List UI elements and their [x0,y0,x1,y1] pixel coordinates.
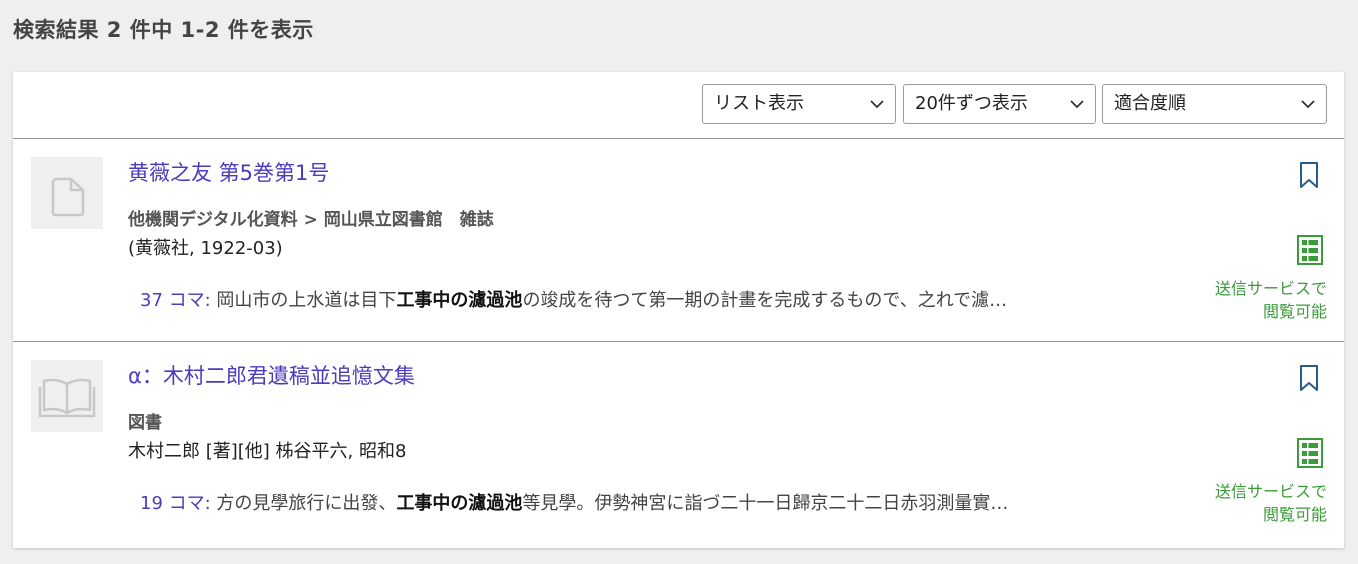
document-icon [51,177,85,217]
result-thumbnail[interactable] [31,360,103,432]
service-line-2: 閲覧可能 [1262,302,1327,321]
service-line-2: 閲覧可能 [1262,505,1327,524]
service-line-1: 送信サービスで [1214,482,1327,501]
bookmark-icon[interactable] [1298,364,1320,392]
snippet-text-pre: 方の見學旅行に出發、 [210,493,397,514]
result-snippet: 19 コマ: 方の見學旅行に出發、工事中の濾過池等見學。伊勢神宮に詣づ二十一日歸… [140,489,1008,515]
result-item: α：木村二郎君遺稿並追憶文集 図書 木村二郎 [著][他] 柹谷平六, 昭和8 … [13,342,1344,545]
snippet-text-post: 等見學。伊勢神宮に詣づ二十一日歸京二十二日赤羽測量實… [522,493,1009,514]
snippet-highlight: 工事中の濾過池 [396,290,523,311]
result-snippet: 37 コマ: 岡山市の上水道は目下工事中の濾過池の竣成を待つて第一期の計畫を完成… [140,286,1007,312]
snippet-frame-link[interactable]: 37 コマ: [140,290,211,311]
sort-order-select-value: 適合度順 [1114,93,1186,114]
snippet-frame-link[interactable]: 19 コマ: [140,493,211,514]
snippet-text-pre: 岡山市の上水道は目下 [210,290,397,311]
service-line-1: 送信サービスで [1214,279,1327,298]
online-service-icon [1297,235,1323,265]
online-service-status: 送信サービスで 閲覧可能 [1215,480,1327,526]
result-publication: 木村二郎 [著][他] 柹谷平六, 昭和8 [128,441,407,462]
results-toolbar: リスト表示 20件ずつ表示 適合度順 [13,72,1344,139]
result-publication: (黄薇社, 1922-03) [128,238,283,259]
result-thumbnail[interactable] [31,157,103,229]
view-mode-select[interactable]: リスト表示 [702,84,896,124]
chevron-down-icon [1301,100,1315,109]
sort-order-select[interactable]: 適合度順 [1102,84,1327,124]
search-result-summary: 検索結果 2 件中 1-2 件を表示 [13,18,314,42]
result-material-type: 図書 [128,413,162,433]
snippet-text-post: の竣成を待つて第一期の計畫を完成するもので、之れで濾… [522,290,1008,311]
view-mode-select-value: リスト表示 [714,93,804,114]
result-title-link[interactable]: α：木村二郎君遺稿並追憶文集 [128,360,415,390]
online-service-status: 送信サービスで 閲覧可能 [1215,277,1327,323]
chevron-down-icon [870,100,884,109]
snippet-highlight: 工事中の濾過池 [396,493,523,514]
result-title-link[interactable]: 黄薇之友 第5巻第1号 [128,157,329,187]
per-page-select-value: 20件ずつ表示 [915,93,1028,114]
result-item: 黄薇之友 第5巻第1号 他機関デジタル化資料 > 岡山県立図書館 雑誌 (黄薇社… [13,139,1344,342]
online-service-icon [1297,438,1323,468]
results-panel: リスト表示 20件ずつ表示 適合度順 黄薇之友 第5巻第1号 他機関デジタル化資… [13,72,1344,548]
result-collection: 他機関デジタル化資料 > 岡山県立図書館 雑誌 [128,210,494,230]
chevron-down-icon [1070,100,1084,109]
per-page-select[interactable]: 20件ずつ表示 [903,84,1096,124]
book-icon [38,378,96,418]
bookmark-icon[interactable] [1298,161,1320,189]
